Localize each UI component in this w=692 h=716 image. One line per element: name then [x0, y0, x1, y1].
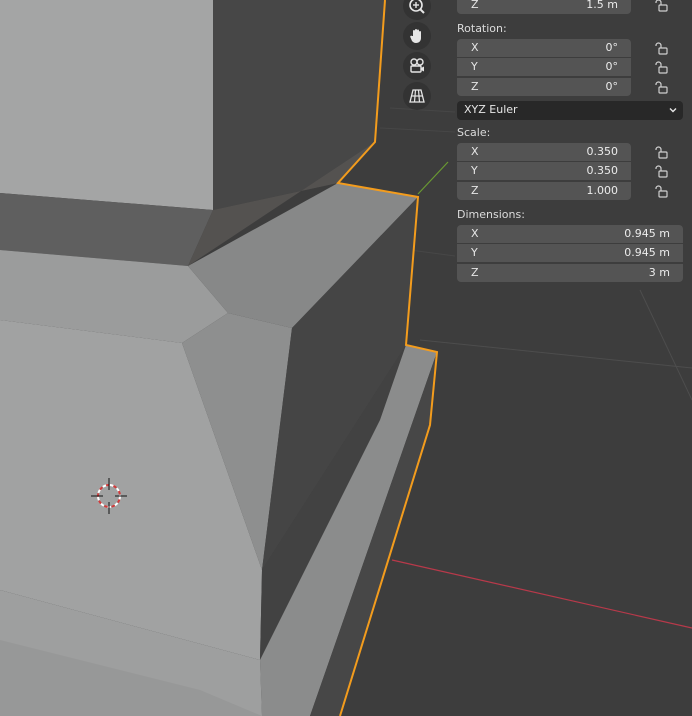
location-z-field[interactable]: Z 1.5 m	[457, 0, 631, 14]
field-value: 3 m	[648, 266, 670, 279]
rotation-x-field[interactable]: X 0°	[457, 39, 631, 57]
mesh-face	[0, 0, 213, 210]
axis-label: X	[471, 41, 479, 54]
unlock-icon[interactable]	[655, 80, 669, 94]
zoom-icon	[409, 0, 425, 14]
scale-x-field[interactable]: X 0.350	[457, 143, 631, 161]
field-value: 0°	[605, 80, 619, 93]
unlock-icon[interactable]	[655, 60, 669, 74]
scale-label: Scale:	[457, 126, 491, 139]
unlock-icon[interactable]	[655, 184, 669, 198]
axis-label: Z	[471, 184, 479, 197]
axis-label: X	[471, 145, 479, 158]
dimensions-z-field[interactable]: Z 3 m	[457, 264, 683, 282]
scale-y-field[interactable]: Y 0.350	[457, 162, 631, 180]
field-value: 1.5 m	[586, 0, 618, 11]
field-value: 0.945 m	[624, 227, 670, 240]
dimensions-y-field[interactable]: Y 0.945 m	[457, 244, 683, 262]
dimensions-label: Dimensions:	[457, 208, 525, 221]
scale-z-field[interactable]: Z 1.000	[457, 182, 631, 200]
hand-pan-icon	[410, 29, 421, 43]
axis-label: Z	[471, 266, 479, 279]
camera-view-button[interactable]	[403, 52, 431, 80]
dimensions-x-field[interactable]: X 0.945 m	[457, 225, 683, 243]
field-value: 0.945 m	[624, 246, 670, 259]
camera-view-icon	[410, 58, 424, 73]
dropdown-value: XYZ Euler	[464, 103, 518, 116]
axis-label: Y	[471, 246, 478, 259]
unlock-icon[interactable]	[655, 145, 669, 159]
pan-button[interactable]	[403, 22, 431, 50]
chevron-down-icon	[669, 108, 677, 113]
field-value: 0.350	[586, 145, 619, 158]
perspective-toggle-button[interactable]	[403, 82, 431, 110]
rotation-label: Rotation:	[457, 22, 507, 35]
perspective-grid-icon	[409, 89, 425, 103]
axis-label: Z	[471, 80, 479, 93]
axis-label: X	[471, 227, 479, 240]
field-value: 0.350	[586, 164, 619, 177]
axis-label: Y	[471, 164, 478, 177]
field-value: 1.000	[586, 184, 619, 197]
field-value: 0°	[605, 60, 619, 73]
axis-label: Y	[471, 60, 478, 73]
rotation-mode-dropdown[interactable]: XYZ Euler	[457, 101, 683, 120]
unlock-icon[interactable]	[655, 41, 669, 55]
field-value: 0°	[605, 41, 619, 54]
rotation-z-field[interactable]: Z 0°	[457, 78, 631, 96]
unlock-icon[interactable]	[655, 164, 669, 178]
axis-label: Z	[471, 0, 479, 11]
rotation-y-field[interactable]: Y 0°	[457, 58, 631, 76]
unlock-icon[interactable]	[655, 0, 669, 12]
